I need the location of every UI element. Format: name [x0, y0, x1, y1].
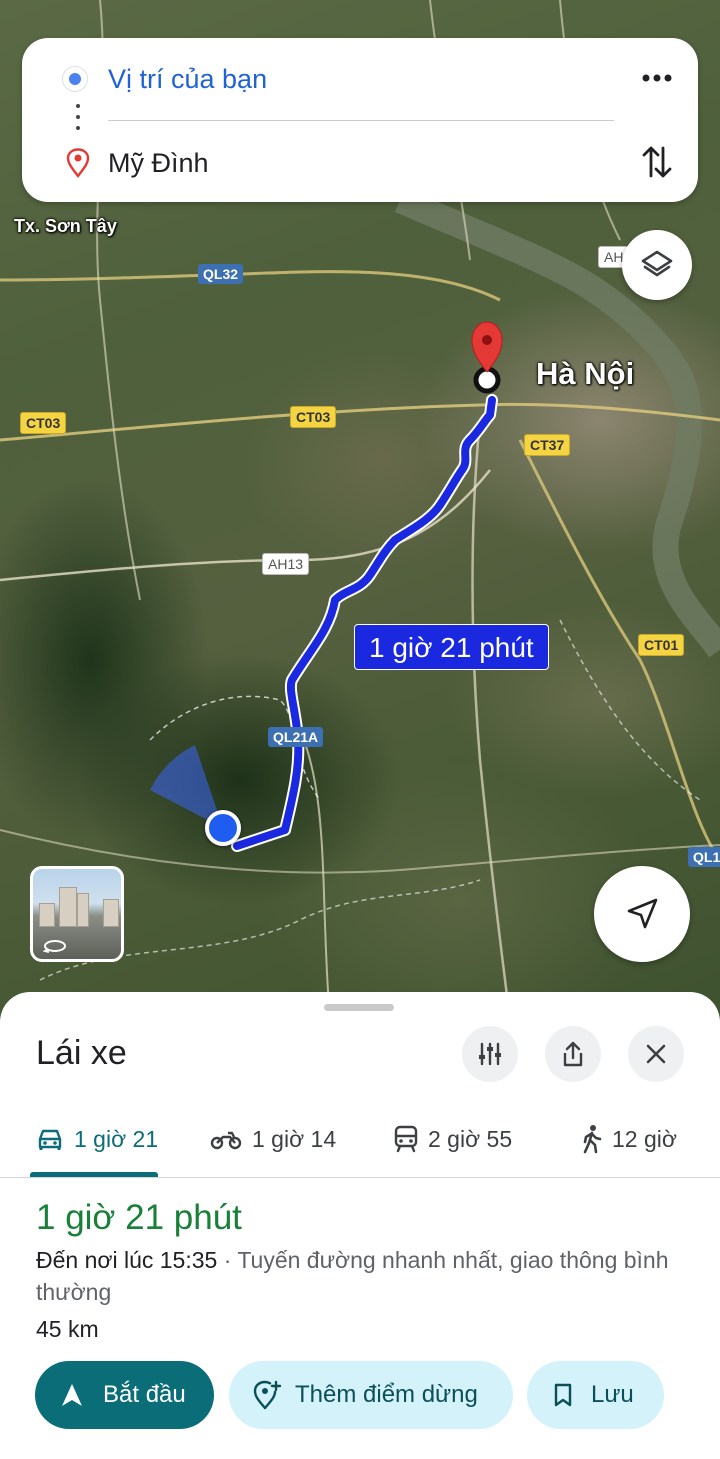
origin-field[interactable]: Vị trí của bạn — [108, 62, 267, 96]
save-button[interactable]: Lưu — [527, 1361, 664, 1429]
car-icon — [38, 1129, 62, 1150]
layers-icon — [641, 250, 673, 277]
destination-pin-icon — [471, 321, 503, 373]
road-label-ct03-left: CT03 — [20, 412, 67, 434]
destination-field[interactable]: Mỹ Đình — [108, 146, 209, 180]
route-duration-badge[interactable]: 1 giờ 21 phút — [354, 624, 549, 670]
route-dots-connector — [76, 104, 80, 137]
directions-sheet: Lái xe 1 giờ 21 1 giờ 14 2 giờ 55 12 giờ… — [0, 992, 720, 1459]
route-duration: 1 giờ 21 phút — [36, 1198, 242, 1237]
tab-driving[interactable]: 1 giờ 21 — [36, 1122, 158, 1156]
swap-route-icon[interactable] — [640, 142, 674, 182]
close-icon — [646, 1044, 666, 1064]
route-summary: Đến nơi lúc 15:35 · Tuyến đường nhanh nh… — [36, 1244, 686, 1308]
add-stop-button-label: Thêm điểm dừng — [295, 1381, 478, 1408]
navigation-icon — [62, 1384, 82, 1406]
directions-card: Vị trí của bạn Mỹ Đình — [22, 38, 698, 202]
tab-driving-label: 1 giờ 21 — [74, 1125, 159, 1152]
share-button[interactable] — [545, 1026, 601, 1082]
close-button[interactable] — [628, 1026, 684, 1082]
city-label-ha-noi: Hà Nội — [536, 356, 635, 391]
road-label-ct01: CT01 — [638, 634, 685, 656]
navigation-arrow-icon — [627, 898, 658, 929]
route-options-button[interactable] — [462, 1026, 518, 1082]
sheet-drag-handle[interactable] — [324, 1004, 394, 1011]
tab-transit-label: 2 giờ 55 — [428, 1125, 513, 1152]
route-distance: 45 km — [36, 1316, 99, 1342]
road-label-ql21a: QL21A — [268, 727, 324, 747]
tune-sliders-icon — [479, 1042, 501, 1066]
add-location-icon — [253, 1380, 281, 1410]
road-label-ct03-mid: CT03 — [290, 406, 337, 428]
street-view-thumbnail[interactable] — [30, 866, 124, 962]
city-label-son-tay: Tx. Sơn Tây — [14, 216, 117, 236]
add-stop-button[interactable]: Thêm điểm dừng — [229, 1361, 513, 1429]
route-line — [231, 394, 498, 852]
street-view-360-icon — [43, 940, 66, 953]
tabs-divider — [0, 1177, 720, 1178]
road-label-ql32: QL32 — [198, 264, 244, 284]
transit-icon — [394, 1125, 418, 1153]
road-label-ql1: QL1 — [688, 847, 720, 867]
current-location-dot — [205, 810, 241, 846]
arrival-time: Đến nơi lúc 15:35 — [36, 1247, 218, 1273]
layers-button[interactable] — [622, 230, 692, 300]
road-label-ah13: AH13 — [262, 553, 310, 575]
start-button-label: Bắt đầu — [103, 1381, 186, 1408]
walk-icon — [583, 1125, 602, 1154]
destination-marker-icon — [66, 148, 90, 178]
start-button[interactable]: Bắt đầu — [35, 1361, 214, 1429]
save-button-label: Lưu — [591, 1381, 634, 1408]
tab-motorbike[interactable]: 1 giờ 14 — [210, 1122, 336, 1156]
origin-location-icon — [62, 66, 88, 92]
tab-motorbike-label: 1 giờ 14 — [252, 1125, 337, 1152]
share-icon — [563, 1041, 583, 1067]
tab-walking[interactable]: 12 giờ — [580, 1122, 677, 1156]
road-label-ct37: CT37 — [524, 434, 571, 456]
motorbike-icon — [210, 1131, 242, 1150]
field-divider — [108, 120, 614, 121]
bookmark-icon — [554, 1383, 572, 1407]
sheet-title: Lái xe — [36, 1034, 127, 1072]
tab-walking-label: 12 giờ — [612, 1125, 677, 1152]
tab-transit[interactable]: 2 giờ 55 — [394, 1122, 512, 1156]
locate-me-button[interactable] — [594, 866, 690, 962]
more-options-icon[interactable] — [640, 68, 674, 88]
